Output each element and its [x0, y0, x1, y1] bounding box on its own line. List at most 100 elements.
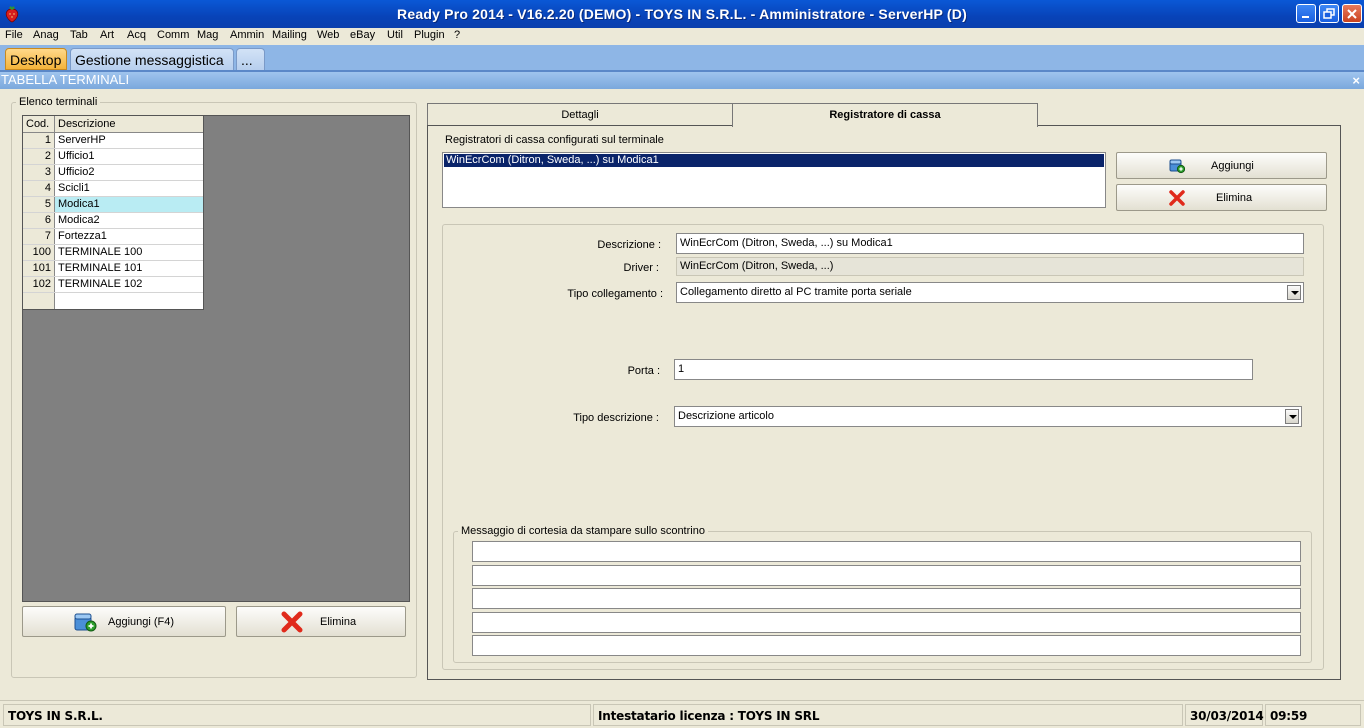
minimize-icon — [1302, 16, 1309, 18]
add-record-icon — [1169, 159, 1185, 174]
courtesy-line-4[interactable] — [472, 612, 1301, 633]
table-row[interactable]: 1 ServerHP — [23, 133, 203, 149]
header-cod[interactable]: Cod. — [23, 116, 55, 132]
menu-bar: File Anag Tab Art Acq Comm Mag Ammin Mai… — [0, 28, 1364, 45]
cell-cod: 100 — [23, 245, 55, 260]
tipo-descrizione-select[interactable]: Descrizione articolo — [674, 406, 1302, 427]
delete-register-button[interactable]: Elimina — [1116, 184, 1327, 211]
add-register-label: Aggiungi — [1211, 159, 1254, 172]
cell-cod: 7 — [23, 229, 55, 244]
courtesy-line-5[interactable] — [472, 635, 1301, 656]
menu-web[interactable]: Web — [317, 29, 339, 41]
tipo-collegamento-select[interactable]: Collegamento diretto al PC tramite porta… — [676, 282, 1304, 303]
table-row[interactable]: 3 Ufficio2 — [23, 165, 203, 181]
table-row[interactable]: 101 TERMINALE 101 — [23, 261, 203, 277]
menu-mailing[interactable]: Mailing — [272, 29, 307, 41]
cell-desc: Ufficio1 — [58, 150, 95, 162]
table-row[interactable]: 102 TERMINALE 102 — [23, 277, 203, 293]
menu-file[interactable]: File — [5, 29, 23, 41]
menu-plugin[interactable]: Plugin — [414, 29, 445, 41]
register-list-caption: Registratori di cassa configurati sul te… — [445, 134, 664, 146]
cell-desc — [55, 293, 203, 309]
cell-cod: 4 — [23, 181, 55, 196]
menu-help[interactable]: ? — [454, 29, 460, 41]
driver-field: WinEcrCom (Ditron, Sweda, ...) — [676, 257, 1304, 276]
table-row-selected[interactable]: 5 Modica1 — [23, 197, 203, 213]
status-time: 09:59 — [1265, 704, 1361, 726]
table-row[interactable]: 2 Ufficio1 — [23, 149, 203, 165]
tipo-collegamento-label: Tipo collegamento : — [567, 288, 663, 300]
panel-close-button[interactable]: × — [1352, 73, 1360, 88]
cell-cod: 101 — [23, 261, 55, 276]
tab-gestione-messaggistica[interactable]: Gestione messaggistica — [70, 48, 234, 70]
menu-art[interactable]: Art — [100, 29, 114, 41]
menu-ammin[interactable]: Ammin — [230, 29, 264, 41]
status-bar: TOYS IN S.R.L. Intestatario licenza : TO… — [0, 700, 1364, 728]
close-button[interactable] — [1342, 4, 1362, 23]
menu-tab[interactable]: Tab — [70, 29, 88, 41]
cell-cod: 6 — [23, 213, 55, 228]
tab-more[interactable]: ... — [236, 48, 265, 70]
terminals-caption: Elenco terminali — [16, 96, 101, 108]
porta-field[interactable]: 1 — [674, 359, 1253, 380]
table-row[interactable]: 4 Scicli1 — [23, 181, 203, 197]
table-row[interactable]: 6 Modica2 — [23, 213, 203, 229]
restore-icon — [1323, 8, 1335, 19]
terminals-grid-area: Cod. Descrizione 1 ServerHP 2 Ufficio1 3 Uf… — [22, 115, 410, 602]
delete-icon — [281, 611, 303, 633]
close-icon — [1347, 9, 1357, 19]
menu-comm[interactable]: Comm — [157, 29, 189, 41]
panel-title: TABELLA TERMINALI — [0, 72, 1364, 89]
descrizione-field[interactable]: WinEcrCom (Ditron, Sweda, ...) su Modica… — [676, 233, 1304, 254]
cell-cod: 102 — [23, 277, 55, 292]
delete-icon — [1169, 190, 1185, 206]
add-register-button[interactable]: Aggiungi — [1116, 152, 1327, 179]
cell-desc: Modica2 — [58, 214, 100, 226]
menu-ebay[interactable]: eBay — [350, 29, 375, 41]
chevron-down-icon[interactable] — [1287, 285, 1301, 300]
add-terminal-label: Aggiungi (F4) — [108, 615, 175, 628]
menu-mag[interactable]: Mag — [197, 29, 218, 41]
menu-anag[interactable]: Anag — [33, 29, 59, 41]
header-descrizione[interactable]: Descrizione — [55, 116, 203, 132]
delete-terminal-button[interactable]: Elimina — [236, 606, 406, 637]
restore-button[interactable] — [1319, 4, 1339, 23]
cell-cod — [23, 293, 55, 309]
title-bar: Ready Pro 2014 - V16.2.20 (DEMO) - TOYS … — [0, 0, 1364, 28]
minimize-button[interactable] — [1296, 4, 1316, 23]
status-company: TOYS IN S.R.L. — [3, 704, 591, 726]
cell-desc: ServerHP — [58, 134, 106, 146]
cell-cod: 2 — [23, 149, 55, 164]
table-row-new[interactable] — [23, 293, 203, 309]
register-list-item[interactable]: WinEcrCom (Ditron, Sweda, ...) su Modica… — [444, 154, 1104, 167]
cell-cod: 1 — [23, 133, 55, 148]
cell-desc: TERMINALE 100 — [58, 246, 143, 258]
cell-cod: 3 — [23, 165, 55, 180]
document-tabstrip: Desktop Gestione messaggistica ... — [0, 45, 1364, 72]
tipo-collegamento-value: Collegamento diretto al PC tramite porta… — [680, 286, 912, 298]
cell-desc: TERMINALE 102 — [58, 278, 143, 290]
tipo-descrizione-label: Tipo descrizione : — [573, 412, 659, 424]
delete-terminal-label: Elimina — [320, 615, 357, 628]
cell-cod: 5 — [23, 197, 55, 212]
chevron-down-icon[interactable] — [1285, 409, 1299, 424]
cell-desc: Ufficio2 — [58, 166, 95, 178]
tab-dettagli[interactable]: Dettagli — [427, 103, 733, 126]
window-title: Ready Pro 2014 - V16.2.20 (DEMO) - TOYS … — [397, 6, 967, 22]
descrizione-label: Descrizione : — [597, 239, 661, 251]
courtesy-line-1[interactable] — [472, 541, 1301, 562]
menu-util[interactable]: Util — [387, 29, 403, 41]
courtesy-message-caption: Messaggio di cortesia da stampare sullo … — [458, 525, 708, 537]
add-terminal-button[interactable]: Aggiungi (F4) — [22, 606, 226, 637]
cell-desc: Modica1 — [55, 197, 203, 212]
courtesy-line-2[interactable] — [472, 565, 1301, 586]
menu-acq[interactable]: Acq — [127, 29, 146, 41]
delete-register-label: Elimina — [1216, 191, 1253, 204]
porta-label: Porta : — [627, 365, 660, 377]
courtesy-line-3[interactable] — [472, 588, 1301, 609]
table-row[interactable]: 7 Fortezza1 — [23, 229, 203, 245]
table-row[interactable]: 100 TERMINALE 100 — [23, 245, 203, 261]
tab-desktop[interactable]: Desktop — [5, 48, 67, 70]
register-list[interactable]: WinEcrCom (Ditron, Sweda, ...) su Modica… — [442, 152, 1106, 208]
tab-registratore-di-cassa[interactable]: Registratore di cassa — [732, 103, 1038, 127]
